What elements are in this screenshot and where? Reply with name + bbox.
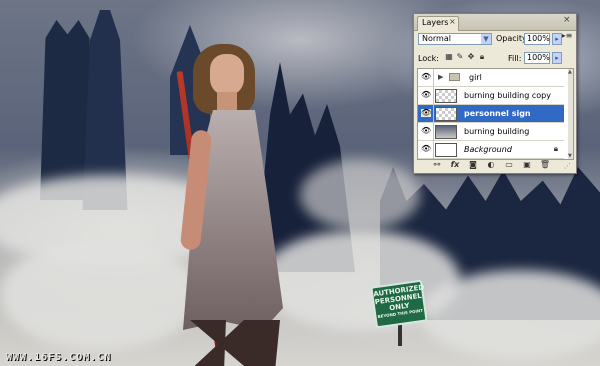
eye-icon[interactable]: 👁︎ — [421, 145, 431, 153]
girl-legs — [190, 320, 280, 366]
layer-thumbnail — [435, 107, 457, 121]
fog-cloud — [420, 270, 600, 360]
layers-bottom-toolbar: ⚯ fx ◙ ◐ ▭ ▣ 🗑︎ ⋰ — [417, 159, 572, 171]
lock-transparency-icon[interactable]: ▦ — [444, 52, 454, 62]
lock-icon: 🔒︎ — [553, 144, 558, 153]
blend-mode-value: Normal — [422, 34, 451, 43]
divider — [433, 105, 434, 123]
panel-close-icon[interactable]: × — [563, 15, 571, 25]
layer-name: girl — [469, 73, 482, 82]
panel-titlebar[interactable]: Layers × × — [414, 14, 576, 31]
expand-arrow-icon[interactable]: ▶ — [438, 73, 443, 81]
chevron-down-icon: ▼ — [481, 34, 491, 44]
opacity-input[interactable]: 100% — [524, 33, 550, 45]
layer-name: Background — [464, 145, 512, 154]
layer-name: burning building copy — [464, 91, 551, 100]
link-icon[interactable]: ⚯ — [431, 160, 443, 170]
divider — [433, 123, 434, 141]
layer-thumbnail — [435, 143, 457, 157]
tab-label: Layers — [422, 18, 449, 27]
eye-icon[interactable]: 👁︎ — [421, 91, 431, 99]
resize-grip-icon[interactable]: ⋰ — [564, 162, 571, 170]
new-layer-icon[interactable]: ▣ — [521, 160, 533, 170]
layer-row-personnel-sign[interactable]: 👁︎ personnel sign — [418, 105, 564, 123]
divider — [433, 141, 434, 159]
tab-close-icon[interactable]: × — [449, 17, 456, 26]
scroll-up-icon[interactable]: ▲ — [568, 69, 572, 75]
tab-layers[interactable]: Layers × — [417, 16, 459, 31]
layer-row-girl[interactable]: 👁︎ ▶ girl — [418, 69, 564, 87]
lock-label: Lock: — [418, 54, 439, 63]
eye-icon[interactable]: 👁︎ — [421, 127, 431, 135]
opacity-slider-button[interactable]: ▸ — [552, 33, 562, 45]
folder-icon — [449, 73, 460, 81]
layer-thumbnail — [435, 89, 457, 103]
panel-menu-icon[interactable]: ▸≡ — [561, 31, 573, 41]
eye-icon[interactable]: 👁︎ — [421, 73, 431, 81]
eye-icon[interactable]: 👁︎ — [421, 109, 431, 117]
layers-panel: Layers × × ▸≡ Normal ▼ Opacity: 100% ▸ L… — [413, 13, 577, 174]
lock-image-pixels-icon[interactable]: ✎ — [455, 52, 465, 62]
fx-icon[interactable]: fx — [449, 160, 461, 170]
mask-icon[interactable]: ◙ — [467, 160, 479, 170]
watermark: WWW.16FS.COM.CN — [6, 352, 112, 363]
fog-cloud — [300, 160, 420, 230]
document-canvas[interactable]: AUTHORIZED PERSONNEL ONLY BEYOND THIS PO… — [0, 0, 600, 366]
layer-row-background[interactable]: 👁︎ Background 🔒︎ — [418, 141, 564, 159]
divider — [433, 87, 434, 105]
trash-icon[interactable]: 🗑︎ — [539, 160, 551, 170]
layer-name: burning building — [464, 127, 530, 136]
adjustment-icon[interactable]: ◐ — [485, 160, 497, 170]
layer-name: personnel sign — [464, 109, 531, 118]
girl-face — [210, 54, 244, 96]
divider — [433, 69, 434, 87]
fog-cloud — [0, 240, 200, 350]
fill-input[interactable]: 100% — [524, 52, 550, 64]
blend-mode-select[interactable]: Normal ▼ — [418, 33, 492, 45]
layer-row-burning-building-copy[interactable]: 👁︎ burning building copy — [418, 87, 564, 105]
layers-list: 👁︎ ▶ girl 👁︎ burning building copy 👁︎ pe… — [417, 68, 574, 160]
fill-label: Fill: — [508, 54, 522, 63]
fill-slider-button[interactable]: ▸ — [552, 52, 562, 64]
lock-all-icon[interactable]: 🔒︎ — [477, 52, 487, 62]
personnel-sign: AUTHORIZED PERSONNEL ONLY BEYOND THIS PO… — [370, 279, 428, 329]
group-folder-icon[interactable]: ▭ — [503, 160, 515, 170]
lock-position-icon[interactable]: ✥ — [466, 52, 476, 62]
sign-post — [398, 324, 402, 346]
layers-scrollbar[interactable]: ▲ ▼ — [568, 69, 573, 159]
layer-thumbnail — [435, 125, 457, 139]
layer-row-burning-building[interactable]: 👁︎ burning building — [418, 123, 564, 141]
